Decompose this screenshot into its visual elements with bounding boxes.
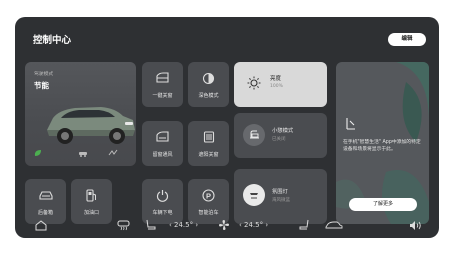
ambient-light-button[interactable]: [243, 184, 265, 206]
passenger-seat-icon: [299, 219, 309, 230]
learn-more-button[interactable]: 了解更多: [349, 198, 417, 211]
smart-life-card: 在手机"智慧生活" App中添加的特定设备和场景将显示于此。 了解更多: [336, 62, 429, 224]
seat-scene-icon: [346, 118, 355, 130]
sunshade-tile[interactable]: 遮阳关窗: [188, 121, 229, 166]
trunk-icon: [38, 190, 53, 200]
window-vent-tile[interactable]: 留窗通风: [142, 121, 183, 166]
car-side-icon: [325, 221, 343, 229]
ambient-light-status: 海风微蓝: [272, 198, 290, 203]
driver-seat-icon: [146, 219, 156, 230]
driver-temperature[interactable]: ‹ 24.5° ›: [169, 212, 198, 238]
fan-button[interactable]: [218, 212, 230, 238]
brightness-value: 100%: [270, 84, 283, 89]
nap-mode-status: 已关闭: [272, 137, 286, 142]
driving-mode-card[interactable]: 驾驶模式 节能: [25, 62, 136, 166]
passenger-seat-button[interactable]: [299, 212, 310, 238]
passenger-temperature[interactable]: ‹ 24.5° ›: [239, 212, 268, 238]
ambient-light-title: 氛围灯: [272, 189, 288, 195]
nap-mode-card[interactable]: 小憩模式 已关闭: [234, 113, 327, 158]
edit-button[interactable]: 编辑: [388, 33, 426, 46]
ambient-light-icon: [250, 193, 258, 199]
home-button[interactable]: [35, 212, 47, 238]
driver-seat-button[interactable]: [145, 212, 156, 238]
volume-button[interactable]: [409, 212, 422, 238]
parking-icon: P: [202, 188, 215, 202]
rear-defrost-icon: [117, 220, 130, 230]
page-title: 控制中心: [33, 35, 72, 46]
driving-mode-label: 驾驶模式: [34, 72, 54, 77]
car-comfort-icon[interactable]: [78, 148, 88, 158]
nap-mode-button[interactable]: [243, 124, 265, 146]
leaf-icon[interactable]: [33, 148, 43, 158]
nap-mode-title: 小憩模式: [272, 128, 294, 134]
close-windows-label: 一键关窗: [152, 93, 173, 99]
rear-defrost-button[interactable]: [117, 212, 130, 238]
dark-mode-icon: [202, 72, 215, 84]
car-image: [47, 107, 135, 144]
smart-life-description: 在手机"智慧生活" App中添加的特定设备和场景将显示于此。: [343, 140, 421, 152]
fan-icon: [219, 220, 229, 230]
control-center-screen: 控制中心 编辑 驾驶模式 节能 一键关窗 深色模式 留窗通风 遮阳关窗 后备箱 …: [15, 17, 439, 238]
close-windows-tile[interactable]: 一键关窗: [142, 62, 183, 107]
svg-text:P: P: [206, 191, 211, 200]
dark-mode-tile[interactable]: 深色模式: [188, 62, 229, 107]
driving-mode-value: 节能: [34, 81, 49, 90]
window-icon: [156, 72, 169, 83]
fuel-icon: [86, 188, 96, 202]
volume-icon: [410, 220, 421, 230]
dark-mode-label: 深色模式: [198, 93, 219, 99]
sunshade-label: 遮阳关窗: [198, 152, 219, 158]
sun-icon: [247, 76, 261, 90]
sunshade-icon: [203, 131, 214, 143]
window-vent-label: 留窗通风: [152, 152, 173, 158]
brightness-card[interactable]: 亮度 100%: [234, 62, 327, 107]
bottom-dock: ‹ 24.5° › ‹ 24.5° ›: [15, 212, 439, 238]
car-view-button[interactable]: [325, 212, 343, 238]
power-icon: [156, 189, 169, 202]
seat-recline-icon: [249, 130, 259, 139]
home-icon: [35, 219, 47, 230]
brightness-title: 亮度: [270, 76, 282, 82]
window-vent-icon: [156, 131, 169, 142]
sport-mode-icon[interactable]: [108, 148, 118, 158]
